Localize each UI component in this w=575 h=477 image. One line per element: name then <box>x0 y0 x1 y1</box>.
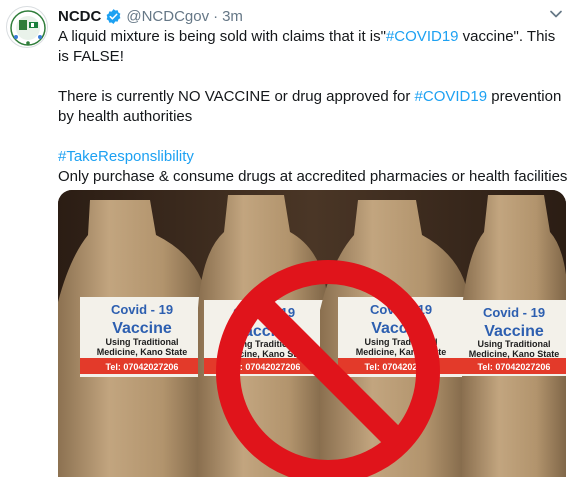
bottle-label-text: Using Traditional <box>105 337 178 347</box>
bottle-label-title: Vaccine <box>112 320 172 337</box>
bottle-label-text: Using Traditional <box>477 339 550 349</box>
bottle-label-phone: Tel: 07042027206 <box>478 362 551 372</box>
tweet-paragraph: There is currently NO VACCINE or drug ap… <box>58 87 570 127</box>
tweet-text: A liquid mixture is being sold with clai… <box>58 27 570 187</box>
bottle-label-brand: Covid - 19 <box>483 305 545 320</box>
bottle-label-brand: Covid - 19 <box>111 302 173 317</box>
text: There is currently NO VACCINE or drug ap… <box>58 88 415 105</box>
display-name[interactable]: NCDC <box>58 8 101 25</box>
tweet: NCDC @NCDCgov · 3m A liquid mixture is b… <box>0 0 575 477</box>
separator-dot: · <box>213 7 219 25</box>
hashtag-link[interactable]: #TakeResponslibility <box>58 148 194 165</box>
verified-badge-icon <box>106 8 121 24</box>
avatar[interactable] <box>6 6 48 48</box>
text: Only purchase & consume drugs at accredi… <box>58 168 568 185</box>
tweet-paragraph: Only purchase & consume drugs at accredi… <box>58 167 570 187</box>
text: A liquid mixture is being sold with clai… <box>58 28 386 45</box>
ncdc-logo-icon <box>10 10 46 46</box>
bottles-photo: Covid - 19 Vaccine Using Traditional Med… <box>58 190 566 477</box>
tweet-paragraph: A liquid mixture is being sold with clai… <box>58 27 570 67</box>
chevron-down-icon[interactable] <box>549 7 563 21</box>
hashtag-link[interactable]: #COVID19 <box>386 28 459 45</box>
bottle-label-text: Medicine, Kano State <box>97 347 188 357</box>
tweet-paragraph: #TakeResponslibility <box>58 147 570 167</box>
bottle-label-title: Vaccine <box>484 323 544 340</box>
tweet-media[interactable]: Covid - 19 Vaccine Using Traditional Med… <box>58 190 566 477</box>
user-handle[interactable]: @NCDCgov <box>126 8 209 25</box>
bottle-label-text: Medicine, Kano State <box>469 349 560 359</box>
bottle-label-phone: Tel: 07042027206 <box>106 362 179 372</box>
hashtag-link[interactable]: #COVID19 <box>415 88 488 105</box>
tweet-header: NCDC @NCDCgov · 3m <box>58 6 243 26</box>
timestamp[interactable]: 3m <box>222 8 243 25</box>
